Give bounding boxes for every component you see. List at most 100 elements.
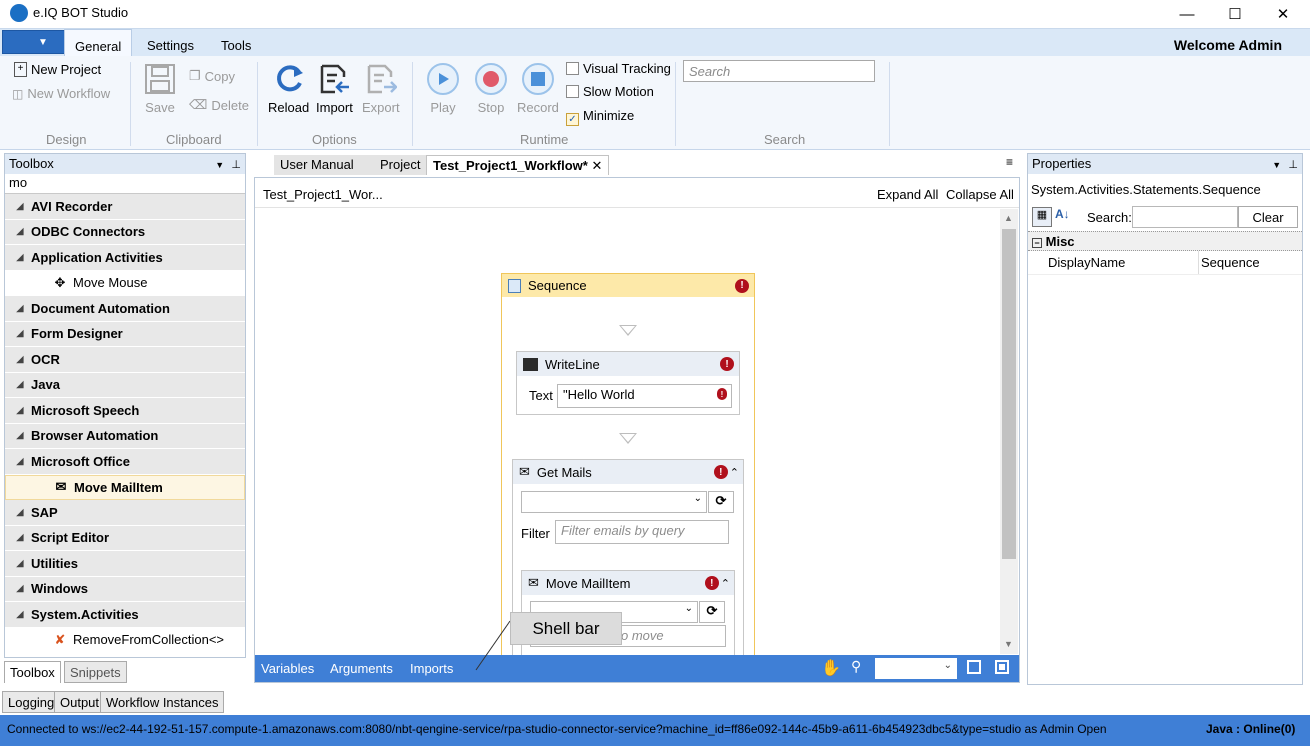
- account-dropdown[interactable]: ⌄: [521, 491, 707, 513]
- tab-project[interactable]: Project: [374, 155, 426, 175]
- collapse-icon[interactable]: ⌃: [730, 466, 739, 479]
- collapse-icon[interactable]: ⌃: [721, 577, 730, 590]
- expand-arrow-icon[interactable]: ◢: [9, 558, 31, 569]
- expand-all-link[interactable]: Expand All: [877, 187, 938, 202]
- expand-arrow-icon[interactable]: ◢: [9, 430, 31, 441]
- maximize-icon[interactable]: ☐: [1212, 0, 1258, 28]
- toolbox-category[interactable]: ◢ SAP: [5, 500, 245, 526]
- reload-button[interactable]: Reload: [268, 62, 309, 115]
- properties-search-input[interactable]: [1132, 206, 1238, 228]
- tab-output[interactable]: Output: [54, 691, 106, 713]
- save-button[interactable]: Save: [143, 62, 177, 115]
- expand-arrow-icon[interactable]: ◢: [9, 226, 31, 237]
- delete-button[interactable]: ⌫ Delete: [189, 97, 249, 113]
- toolbox-category[interactable]: ◢ Application Activities: [5, 245, 245, 271]
- tab-user-manual[interactable]: User Manual: [274, 155, 374, 175]
- scroll-down-icon[interactable]: ▼: [1004, 639, 1013, 649]
- property-value[interactable]: Sequence: [1198, 251, 1260, 274]
- record-button[interactable]: Record: [517, 62, 559, 115]
- imports-button[interactable]: Imports: [410, 661, 453, 676]
- toolbox-item[interactable]: ✉ Move MailItem: [5, 474, 245, 500]
- toolbox-category[interactable]: ◢ AVI Recorder: [5, 194, 245, 220]
- close-icon[interactable]: ✕: [1260, 0, 1306, 28]
- toolbox-category[interactable]: ◢ Java: [5, 372, 245, 398]
- toolbox-item[interactable]: ✘ RemoveFromCollection<>: [5, 628, 245, 653]
- toolbox-category[interactable]: ◢ Microsoft Speech: [5, 398, 245, 424]
- search-input[interactable]: Search: [683, 60, 875, 82]
- export-button[interactable]: Export: [362, 62, 400, 115]
- scroll-thumb[interactable]: [1002, 229, 1016, 559]
- expand-arrow-icon[interactable]: ◢: [9, 354, 31, 365]
- tab-general[interactable]: General: [64, 29, 133, 58]
- checkbox-minimize[interactable]: ✓: [566, 113, 579, 126]
- play-button[interactable]: Play: [426, 62, 460, 115]
- sort-az-icon[interactable]: A↓: [1055, 207, 1070, 221]
- zoom-icon[interactable]: ⚲: [851, 658, 861, 675]
- import-button[interactable]: Import: [316, 62, 353, 115]
- categorized-icon[interactable]: ▦: [1032, 207, 1052, 227]
- fit-to-screen-icon[interactable]: [967, 660, 981, 674]
- tab-logging[interactable]: Logging: [2, 691, 61, 713]
- checkbox-visual-tracking[interactable]: [566, 62, 579, 75]
- filter-input[interactable]: Filter emails by query: [555, 520, 729, 544]
- dropdown-icon[interactable]: ▼: [1272, 160, 1281, 170]
- refresh-icon[interactable]: ⟳: [699, 601, 725, 623]
- pin-icon[interactable]: ⊥: [231, 159, 241, 171]
- close-tab-icon[interactable]: ✕: [591, 158, 602, 173]
- tab-workflow[interactable]: Test_Project1_Workflow* ✕: [426, 155, 610, 175]
- property-row[interactable]: DisplayName Sequence: [1028, 251, 1302, 275]
- expand-arrow-icon[interactable]: ◢: [9, 609, 31, 620]
- overview-icon[interactable]: [995, 660, 1009, 674]
- breadcrumb[interactable]: Test_Project1_Wor...: [263, 187, 383, 202]
- toolbox-category[interactable]: ◢ Script Editor: [5, 525, 245, 551]
- expand-arrow-icon[interactable]: ◢: [9, 583, 31, 594]
- toolbox-category[interactable]: ◢ Utilities: [5, 551, 245, 577]
- scroll-up-icon[interactable]: ▲: [1004, 213, 1013, 223]
- sequence-activity[interactable]: Sequence ! WriteLine ! Text "Hello World…: [501, 273, 755, 670]
- toolbox-filter-input[interactable]: mo: [5, 174, 245, 194]
- expand-arrow-icon[interactable]: ◢: [9, 252, 31, 263]
- drop-arrow-icon[interactable]: [619, 433, 637, 444]
- designer-canvas[interactable]: Sequence ! WriteLine ! Text "Hello World…: [255, 209, 999, 670]
- misc-category[interactable]: − Misc: [1028, 231, 1302, 251]
- expand-arrow-icon[interactable]: ◢: [9, 379, 31, 390]
- toolbox-category[interactable]: ◢ Form Designer: [5, 321, 245, 347]
- drop-arrow-icon[interactable]: [619, 325, 637, 336]
- tab-tools[interactable]: Tools: [211, 29, 261, 57]
- tab-snippets[interactable]: Snippets: [64, 661, 127, 683]
- minimize-icon[interactable]: —: [1164, 0, 1210, 28]
- minimize-checkbox[interactable]: ✓ Minimize: [566, 108, 634, 126]
- expand-arrow-icon[interactable]: ◢: [9, 201, 31, 212]
- writeline-text-input[interactable]: "Hello World!: [557, 384, 732, 408]
- toolbox-item[interactable]: ✥ Move Mouse: [5, 271, 245, 296]
- writeline-activity[interactable]: WriteLine ! Text "Hello World!: [516, 351, 740, 415]
- tab-settings[interactable]: Settings: [137, 29, 204, 57]
- arguments-button[interactable]: Arguments: [330, 661, 393, 676]
- pin-icon[interactable]: ⊥: [1288, 159, 1298, 171]
- clear-button[interactable]: Clear: [1238, 206, 1298, 228]
- expand-arrow-icon[interactable]: ◢: [9, 405, 31, 416]
- visual-tracking-checkbox[interactable]: Visual Tracking: [566, 61, 671, 76]
- pan-icon[interactable]: ✋: [821, 658, 841, 678]
- tab-toolbox[interactable]: Toolbox: [4, 661, 61, 683]
- refresh-icon[interactable]: ⟳: [708, 491, 734, 513]
- new-project-button[interactable]: + New Project: [14, 62, 101, 77]
- toolbox-category[interactable]: ◢ ODBC Connectors: [5, 219, 245, 245]
- tab-list-icon[interactable]: ≡: [1006, 155, 1013, 169]
- toolbox-category[interactable]: ◢ Browser Automation: [5, 423, 245, 449]
- expand-arrow-icon[interactable]: ◢: [9, 303, 31, 314]
- tab-workflow-instances[interactable]: Workflow Instances: [100, 691, 225, 713]
- expand-arrow-icon[interactable]: ◢: [9, 532, 31, 543]
- expand-arrow-icon[interactable]: ◢: [9, 507, 31, 518]
- slow-motion-checkbox[interactable]: Slow Motion: [566, 84, 654, 99]
- toolbox-category[interactable]: ◢ Document Automation: [5, 296, 245, 322]
- toolbox-category[interactable]: ◢ OCR: [5, 347, 245, 373]
- toolbox-category[interactable]: ◢ System.Activities: [5, 602, 245, 628]
- toolbox-category[interactable]: ◢ Windows: [5, 576, 245, 602]
- toolbox-category[interactable]: ◢ Microsoft Office: [5, 449, 245, 475]
- checkbox-slow-motion[interactable]: [566, 85, 579, 98]
- copy-button[interactable]: ❐ Copy: [189, 68, 235, 84]
- zoom-dropdown[interactable]: ⌄: [875, 658, 957, 679]
- expand-arrow-icon[interactable]: ◢: [9, 456, 31, 467]
- collapse-all-link[interactable]: Collapse All: [946, 187, 1014, 202]
